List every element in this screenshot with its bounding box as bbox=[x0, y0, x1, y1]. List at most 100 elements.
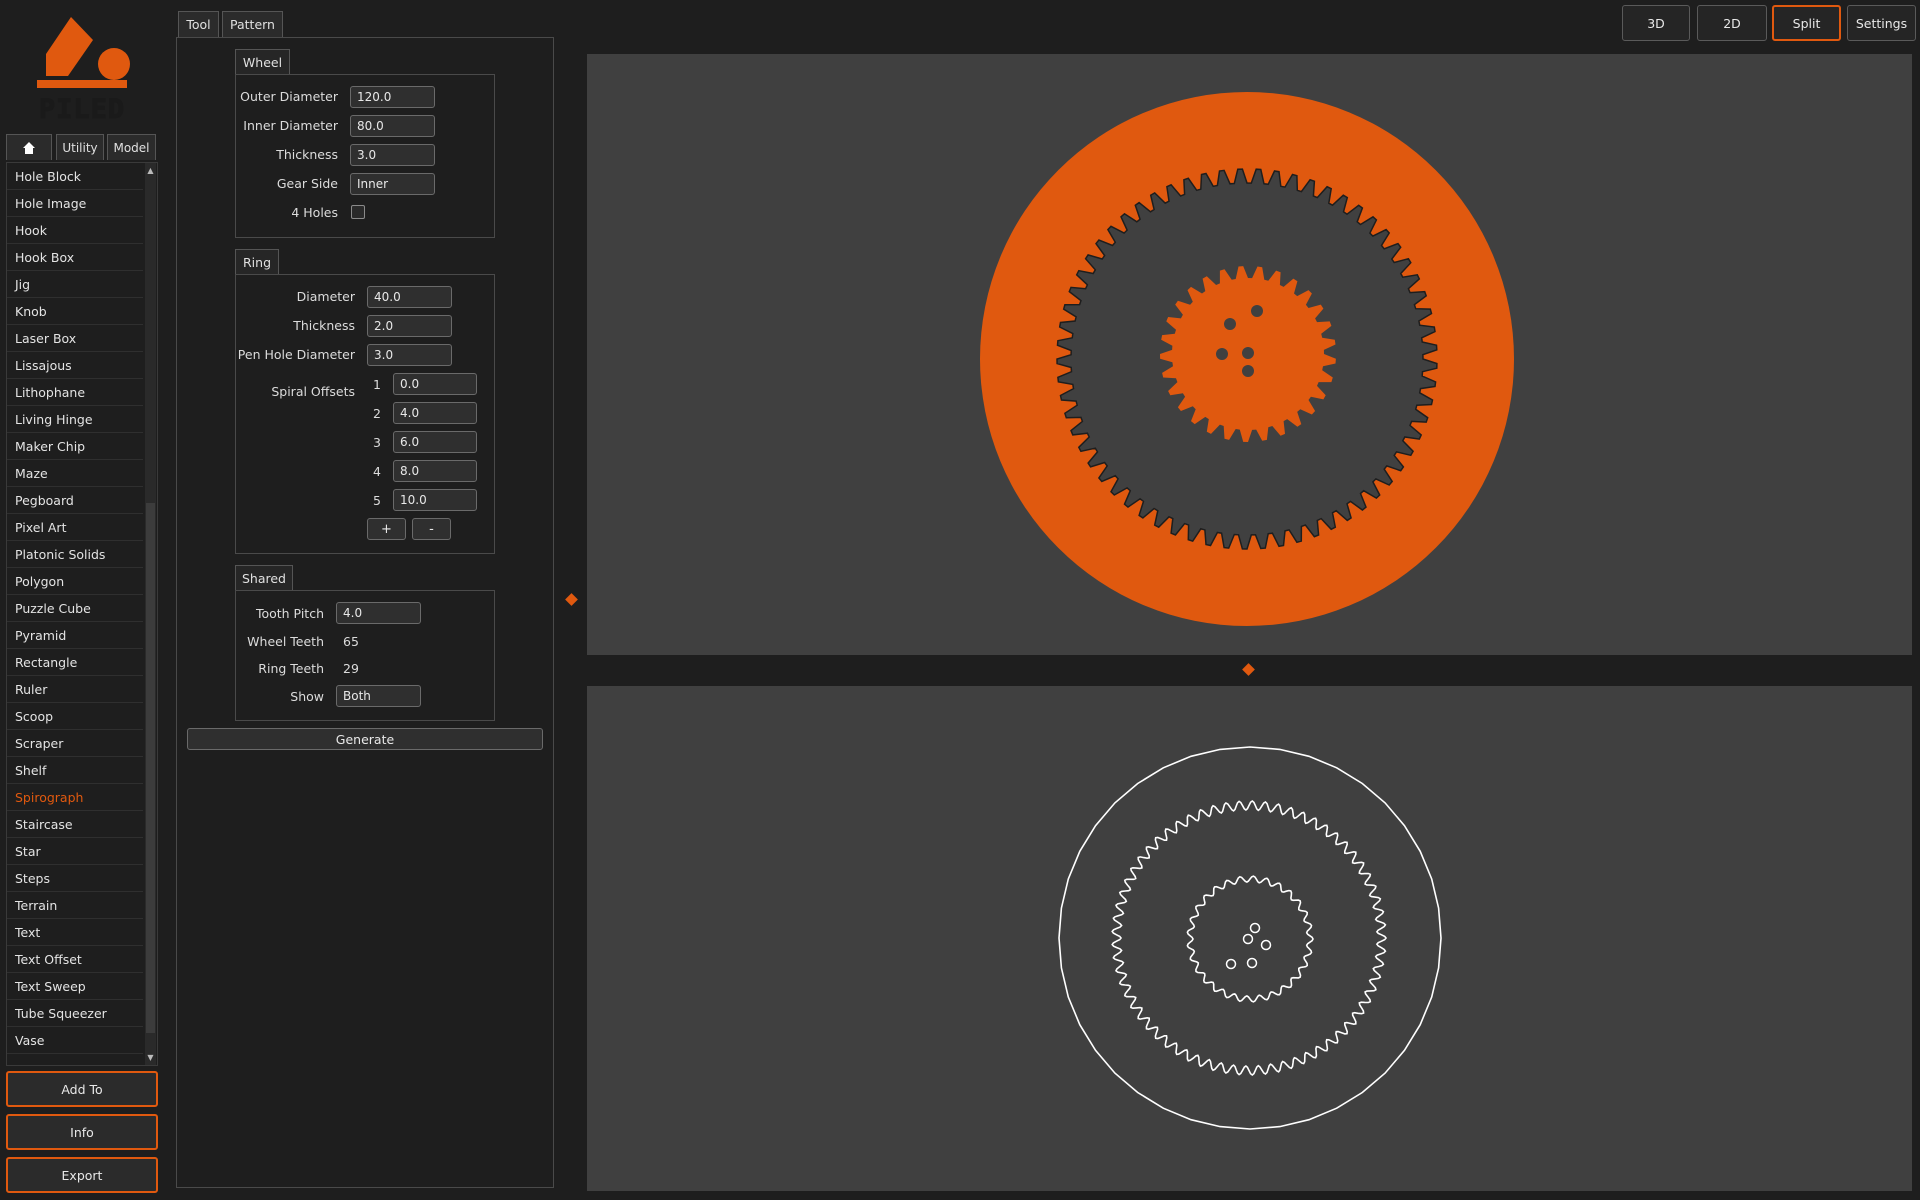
tool-list-item[interactable]: Hook bbox=[7, 217, 143, 244]
tool-list-scrollbar[interactable]: ▲ ▼ bbox=[145, 163, 156, 1065]
tool-list-item[interactable]: Vase bbox=[7, 1027, 143, 1054]
wheel-thickness-field[interactable]: 3.0 bbox=[350, 144, 435, 166]
view-3d-button[interactable]: 3D bbox=[1622, 5, 1690, 41]
tab-tool[interactable]: Tool bbox=[178, 11, 219, 37]
pen-hole-outline bbox=[1246, 957, 1258, 969]
tooth-pitch-field[interactable]: 4.0 bbox=[336, 602, 421, 624]
wheel-teeth-label: Wheel Teeth bbox=[247, 634, 324, 649]
spiral-offset-field[interactable]: 4.0 bbox=[393, 402, 477, 424]
tool-list-item[interactable]: Text bbox=[7, 919, 143, 946]
viewport-3d[interactable] bbox=[587, 54, 1912, 655]
tool-list-item[interactable]: Laser Box bbox=[7, 325, 143, 352]
piled-logo: PILED bbox=[37, 17, 130, 120]
pen-hole-outline bbox=[1260, 939, 1272, 951]
tool-list-item[interactable]: Shelf bbox=[7, 757, 143, 784]
home-icon bbox=[23, 141, 35, 154]
scroll-up-icon[interactable]: ▲ bbox=[145, 165, 156, 176]
ring-thickness-field[interactable]: 2.0 bbox=[367, 315, 452, 337]
tool-list-item[interactable]: Scoop bbox=[7, 703, 143, 730]
inner-diameter-label: Inner Diameter bbox=[243, 118, 338, 133]
viewport-2d[interactable] bbox=[587, 686, 1912, 1191]
add-offset-button[interactable]: + bbox=[367, 518, 406, 540]
tool-list-item[interactable]: Maze bbox=[7, 460, 143, 487]
pen-hole-outline bbox=[1249, 922, 1261, 934]
inner-diameter-field[interactable]: 80.0 bbox=[350, 115, 435, 137]
offset-index: 5 bbox=[373, 493, 381, 508]
tool-list-item[interactable]: Polygon bbox=[7, 568, 143, 595]
tool-list-item[interactable]: Star bbox=[7, 838, 143, 865]
tool-list-item[interactable]: Jig bbox=[7, 271, 143, 298]
tool-list-item[interactable]: Living Hinge bbox=[7, 406, 143, 433]
tab-model[interactable]: Model bbox=[107, 134, 156, 160]
spiral-offset-field[interactable]: 0.0 bbox=[393, 373, 477, 395]
wheel-gear-outline bbox=[1111, 799, 1388, 1077]
tool-list-item[interactable]: Tube Squeezer bbox=[7, 1000, 143, 1027]
outer-diameter-field[interactable]: 120.0 bbox=[350, 86, 435, 108]
pen-hole-outline bbox=[1242, 933, 1254, 945]
tab-pattern[interactable]: Pattern bbox=[222, 11, 283, 37]
tool-list-item[interactable]: Terrain bbox=[7, 892, 143, 919]
view-2d-button[interactable]: 2D bbox=[1697, 5, 1767, 41]
wheel-thickness-label: Thickness bbox=[276, 147, 338, 162]
tool-list-item[interactable]: Hole Image bbox=[7, 190, 143, 217]
tool-list-item[interactable]: Platonic Solids bbox=[7, 541, 143, 568]
gear-side-select[interactable]: Inner bbox=[350, 173, 435, 195]
tool-list-item[interactable]: Pyramid bbox=[7, 622, 143, 649]
tool-list-item[interactable]: Lithophane bbox=[7, 379, 143, 406]
remove-offset-button[interactable]: - bbox=[412, 518, 451, 540]
spiral-offset-field[interactable]: 6.0 bbox=[393, 431, 477, 453]
export-button[interactable]: Export bbox=[6, 1157, 158, 1193]
tool-list-item[interactable]: Ruler bbox=[7, 676, 143, 703]
tool-list-item[interactable]: Puzzle Cube bbox=[7, 595, 143, 622]
tool-list-item[interactable]: Rectangle bbox=[7, 649, 143, 676]
ring-teeth-label: Ring Teeth bbox=[258, 661, 324, 676]
ring-teeth-value: 29 bbox=[343, 661, 359, 676]
offset-index: 3 bbox=[373, 435, 381, 450]
tool-list-item[interactable]: Text Offset bbox=[7, 946, 143, 973]
wheel-group-title: Wheel bbox=[235, 49, 290, 74]
tool-list-item[interactable]: Steps bbox=[7, 865, 143, 892]
tool-list-item[interactable]: Knob bbox=[7, 298, 143, 325]
tool-list-item[interactable]: Maker Chip bbox=[7, 433, 143, 460]
ring-gear-outline bbox=[1186, 875, 1314, 1003]
four-holes-checkbox[interactable] bbox=[351, 205, 365, 219]
info-button[interactable]: Info bbox=[6, 1114, 158, 1150]
spiral-offset-field[interactable]: 8.0 bbox=[393, 460, 477, 482]
pen-hole bbox=[1242, 365, 1254, 377]
logo-text: PILED bbox=[39, 94, 125, 120]
generate-button[interactable]: Generate bbox=[187, 728, 543, 750]
tool-list-item[interactable]: Text Sweep bbox=[7, 973, 143, 1000]
ring-diameter-label: Diameter bbox=[296, 289, 355, 304]
tab-home[interactable] bbox=[6, 134, 52, 160]
tool-list-item[interactable]: Hook Box bbox=[7, 244, 143, 271]
settings-button[interactable]: Settings bbox=[1847, 5, 1916, 41]
tool-list-item[interactable]: Spirograph bbox=[7, 784, 143, 811]
show-select[interactable]: Both bbox=[336, 685, 421, 707]
tool-list-item[interactable]: Pixel Art bbox=[7, 514, 143, 541]
tool-list-item[interactable]: Lissajous bbox=[7, 352, 143, 379]
tool-list-item[interactable]: Staircase bbox=[7, 811, 143, 838]
model-2d-outline bbox=[1058, 746, 1442, 1130]
offset-index: 1 bbox=[373, 377, 381, 392]
scroll-down-icon[interactable]: ▼ bbox=[145, 1052, 156, 1063]
offset-index: 4 bbox=[373, 464, 381, 479]
show-label: Show bbox=[290, 689, 324, 704]
ring-thickness-label: Thickness bbox=[293, 318, 355, 333]
pen-hole-outline bbox=[1225, 958, 1237, 970]
ring-diameter-field[interactable]: 40.0 bbox=[367, 286, 452, 308]
pen-hole-diameter-field[interactable]: 3.0 bbox=[367, 344, 452, 366]
tab-utility[interactable]: Utility bbox=[56, 134, 104, 160]
tooth-pitch-label: Tooth Pitch bbox=[255, 606, 324, 621]
view-split-button[interactable]: Split bbox=[1772, 5, 1841, 41]
offset-index: 2 bbox=[373, 406, 381, 421]
tool-list-item[interactable]: Hole Block bbox=[7, 163, 143, 190]
add-to-button[interactable]: Add To bbox=[6, 1071, 158, 1107]
gear-side-label: Gear Side bbox=[276, 176, 338, 191]
tool-list-item[interactable]: Scraper bbox=[7, 730, 143, 757]
spiral-offset-field[interactable]: 10.0 bbox=[393, 489, 477, 511]
vertical-splitter-handle[interactable] bbox=[565, 593, 578, 606]
scroll-thumb[interactable] bbox=[146, 503, 155, 1033]
horizontal-splitter-handle[interactable] bbox=[1242, 663, 1255, 676]
tool-list[interactable]: Hole Block Hole Image Hook Hook Box Jig Knob L… bbox=[6, 162, 158, 1066]
tool-list-item[interactable]: Pegboard bbox=[7, 487, 143, 514]
